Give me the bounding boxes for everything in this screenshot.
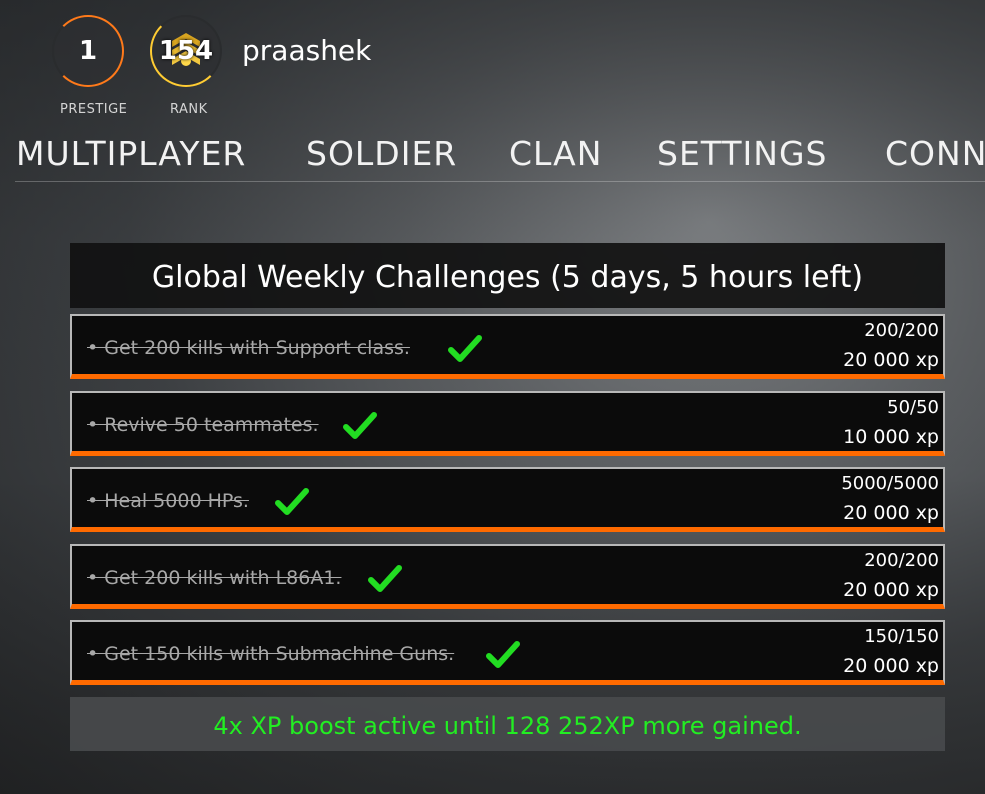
challenges-header: Global Weekly Challenges (5 days, 5 hour…: [70, 243, 945, 308]
prestige-label: PRESTIGE: [60, 102, 128, 117]
challenge-xp: 20 000 xp: [843, 655, 939, 677]
challenge-row[interactable]: • Get 200 kills with Support class. 200/…: [70, 314, 945, 379]
challenges-title: Global Weekly Challenges (5 days, 5 hour…: [151, 260, 864, 295]
challenge-text: • Get 150 kills with Submachine Guns.: [87, 643, 455, 665]
nav-settings[interactable]: SETTINGS: [657, 134, 827, 173]
main-nav: MULTIPLAYER SOLDIER CLAN SETTINGS CONN: [0, 134, 985, 182]
xp-boost-banner: 4x XP boost active until 128 252XP more …: [70, 697, 945, 751]
challenge-text: • Revive 50 teammates.: [87, 414, 319, 436]
challenge-text: • Heal 5000 HPs.: [87, 490, 249, 512]
challenge-text: • Get 200 kills with L86A1.: [87, 567, 342, 589]
challenge-row[interactable]: • Revive 50 teammates. 50/50 10 000 xp: [70, 391, 945, 456]
rank-badge[interactable]: 154: [150, 15, 222, 87]
challenge-xp: 20 000 xp: [843, 502, 939, 524]
check-icon: [275, 488, 309, 515]
challenge-progress: 50/50: [887, 397, 939, 418]
challenge-xp: 10 000 xp: [843, 426, 939, 448]
check-icon: [343, 412, 377, 439]
nav-connect[interactable]: CONN: [885, 134, 985, 173]
nav-soldier[interactable]: SOLDIER: [306, 134, 457, 173]
rank-value: 154: [158, 36, 214, 66]
rank-label: RANK: [170, 102, 208, 117]
check-icon: [486, 641, 520, 668]
prestige-value: 1: [78, 36, 98, 66]
challenge-xp: 20 000 xp: [843, 579, 939, 601]
challenge-xp: 20 000 xp: [843, 349, 939, 371]
challenge-progress: 200/200: [864, 550, 939, 571]
challenge-row[interactable]: • Get 150 kills with Submachine Guns. 15…: [70, 620, 945, 685]
nav-divider: [15, 181, 985, 182]
challenge-progress: 200/200: [864, 320, 939, 341]
nav-multiplayer[interactable]: MULTIPLAYER: [16, 134, 246, 173]
challenge-text: • Get 200 kills with Support class.: [87, 337, 410, 359]
challenge-progress: 150/150: [864, 626, 939, 647]
check-icon: [448, 335, 482, 362]
username[interactable]: praashek: [242, 34, 371, 67]
challenge-row[interactable]: • Get 200 kills with L86A1. 200/200 20 0…: [70, 544, 945, 609]
nav-clan[interactable]: CLAN: [509, 134, 602, 173]
check-icon: [368, 565, 402, 592]
prestige-badge[interactable]: 1: [52, 15, 124, 87]
challenge-row[interactable]: • Heal 5000 HPs. 5000/5000 20 000 xp: [70, 467, 945, 532]
xp-boost-text: 4x XP boost active until 128 252XP more …: [213, 712, 802, 740]
challenge-progress: 5000/5000: [841, 473, 939, 494]
